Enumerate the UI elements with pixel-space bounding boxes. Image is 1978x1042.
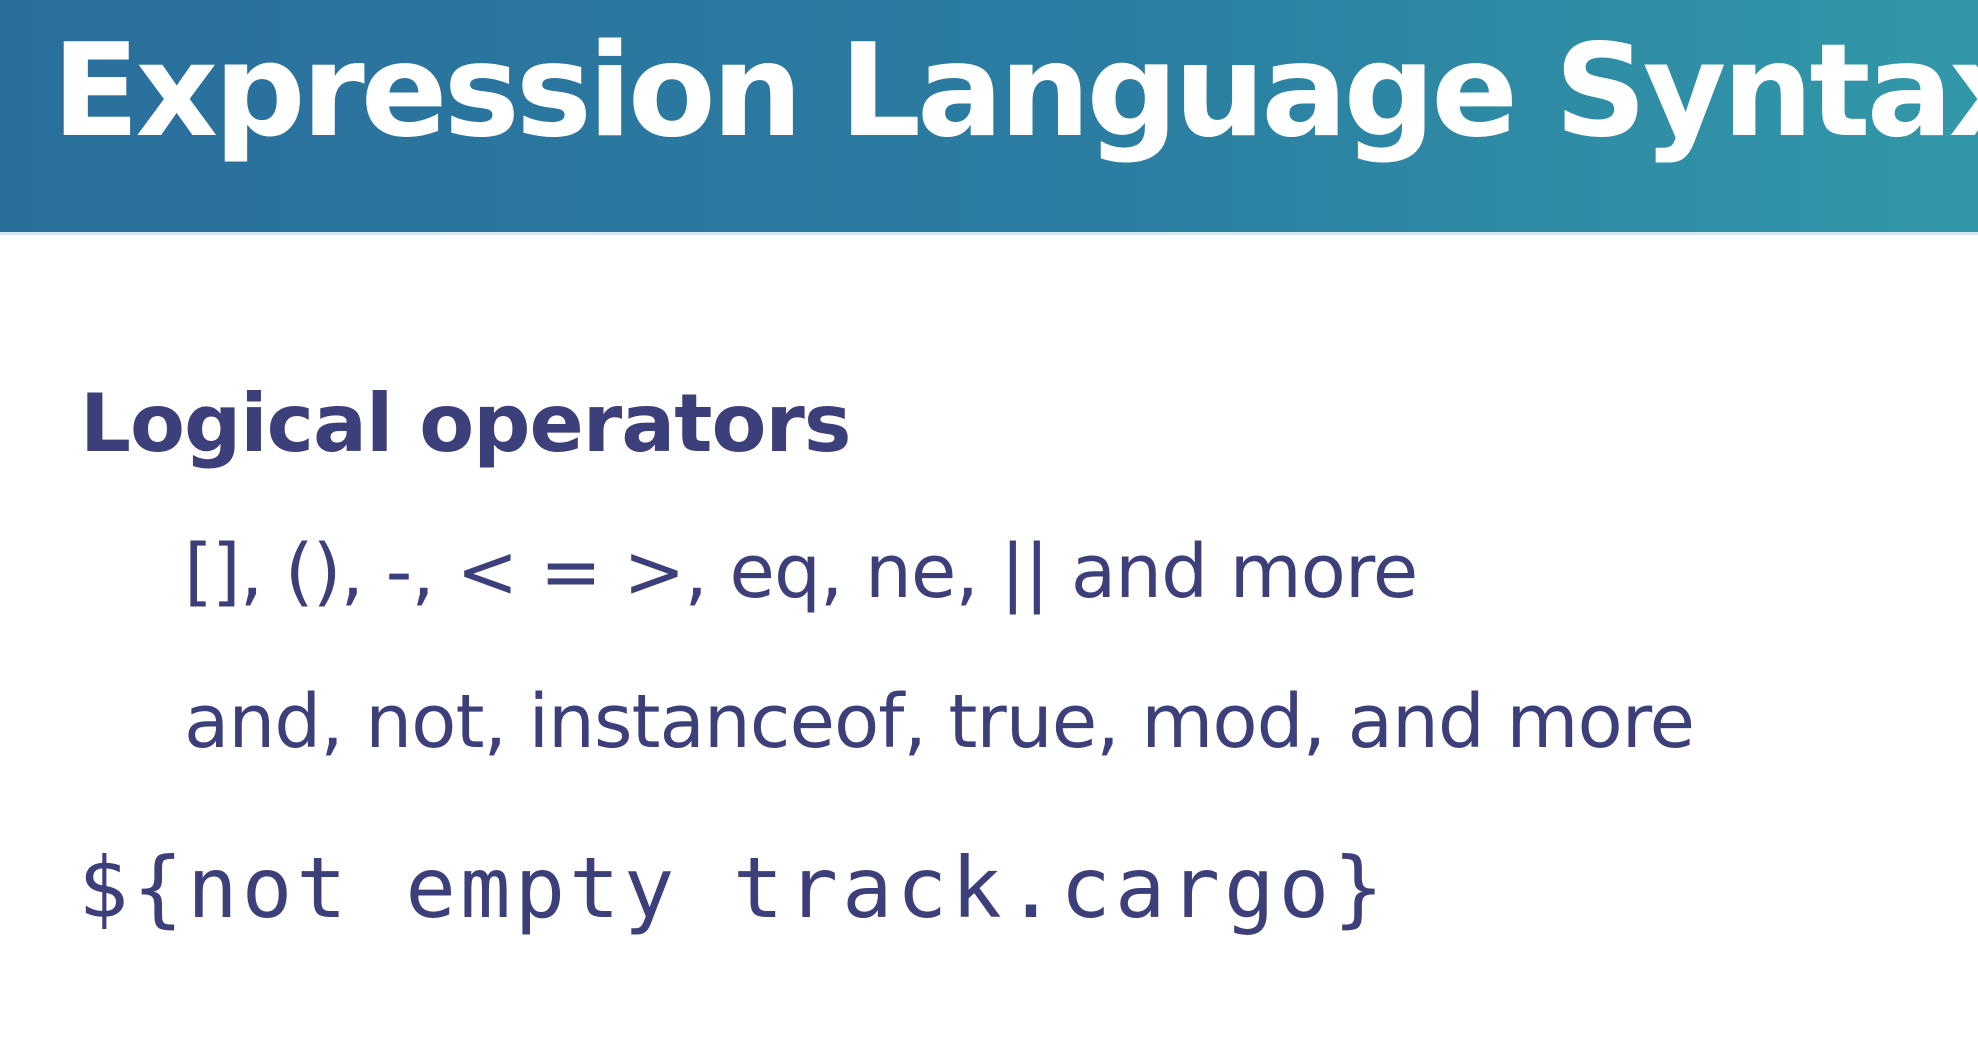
- operator-list-item: [], (), -, < = >, eq, ne, || and more: [184, 529, 1418, 615]
- code-example: ${not empty track.cargo}: [78, 839, 1388, 937]
- slide: Expression Language Syntax Logical opera…: [0, 0, 1978, 1042]
- slide-title: Expression Language Syntax: [52, 17, 1978, 166]
- section-heading: Logical operators: [80, 377, 851, 470]
- operator-list-item: and, not, instanceof, true, mod, and mor…: [184, 679, 1695, 765]
- title-banner: Expression Language Syntax: [0, 0, 1978, 235]
